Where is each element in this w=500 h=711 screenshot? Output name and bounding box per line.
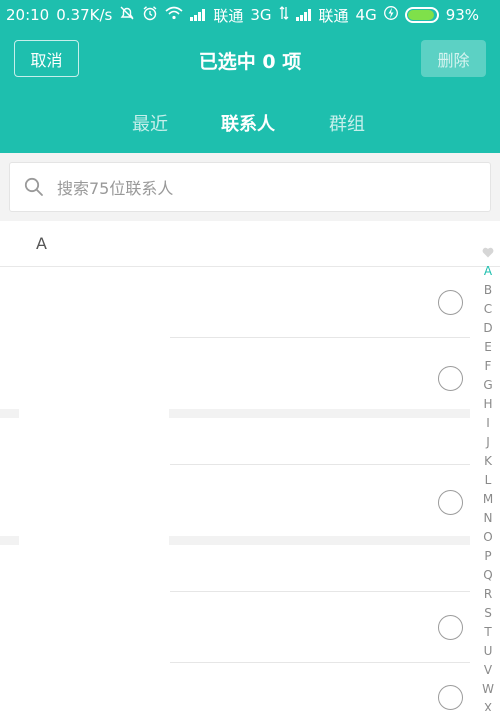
select-radio[interactable] xyxy=(438,615,463,640)
contact-row[interactable] xyxy=(0,418,470,465)
contact-row[interactable] xyxy=(0,545,470,592)
select-radio[interactable] xyxy=(438,685,463,710)
charging-icon xyxy=(383,5,398,25)
index-letters: ABCDEFGHIJKLMNOPQRSTUVWX xyxy=(476,262,500,711)
wifi-icon xyxy=(165,6,183,24)
contact-row[interactable] xyxy=(0,338,470,409)
select-radio[interactable] xyxy=(438,290,463,315)
network-type-1: 3G xyxy=(250,6,272,24)
signal-icon xyxy=(190,9,206,21)
search-icon xyxy=(24,177,44,197)
section-header: A xyxy=(0,221,500,267)
index-letter-w[interactable]: W xyxy=(476,680,500,699)
index-letter-q[interactable]: Q xyxy=(476,566,500,585)
index-letter-e[interactable]: E xyxy=(476,338,500,357)
select-radio[interactable] xyxy=(438,366,463,391)
tab-contacts[interactable]: 联系人 xyxy=(221,110,275,136)
index-letter-p[interactable]: P xyxy=(476,547,500,566)
status-bar: 20:10 0.37K/s 联通 3G 联通 4G 93% xyxy=(0,0,500,30)
index-letter-k[interactable]: K xyxy=(476,452,500,471)
index-letter-o[interactable]: O xyxy=(476,528,500,547)
index-letter-g[interactable]: G xyxy=(476,376,500,395)
index-letter-m[interactable]: M xyxy=(476,490,500,509)
mute-icon xyxy=(119,5,135,25)
index-letter-l[interactable]: L xyxy=(476,471,500,490)
separator-mask xyxy=(19,409,169,418)
list-separator xyxy=(0,536,470,545)
separator-mask xyxy=(19,536,169,545)
app-header: 取消 已选中 0 项 删除 最近 联系人 群组 xyxy=(0,30,500,153)
carrier-name-2: 联通 xyxy=(318,6,349,25)
index-letter-x[interactable]: X xyxy=(476,699,500,711)
index-letter-f[interactable]: F xyxy=(476,357,500,376)
battery-icon xyxy=(404,7,439,23)
index-letter-j[interactable]: J xyxy=(476,433,500,452)
index-letter-d[interactable]: D xyxy=(476,319,500,338)
select-radio[interactable] xyxy=(438,490,463,515)
data-transfer-icon xyxy=(279,6,289,24)
contact-row[interactable] xyxy=(0,592,470,663)
status-net-speed: 0.37K/s xyxy=(56,6,113,24)
contact-list xyxy=(0,267,470,711)
section-letter: A xyxy=(36,234,47,253)
contact-row[interactable] xyxy=(0,663,470,711)
index-letter-v[interactable]: V xyxy=(476,661,500,680)
tab-recent[interactable]: 最近 xyxy=(132,110,168,136)
tab-groups[interactable]: 群组 xyxy=(329,110,365,136)
index-letter-t[interactable]: T xyxy=(476,623,500,642)
tab-bar: 最近 联系人 群组 xyxy=(0,110,500,136)
index-letter-a[interactable]: A xyxy=(476,262,500,281)
index-letter-i[interactable]: I xyxy=(476,414,500,433)
index-letter-s[interactable]: S xyxy=(476,604,500,623)
alphabet-index[interactable]: ABCDEFGHIJKLMNOPQRSTUVWX xyxy=(476,243,500,711)
index-letter-r[interactable]: R xyxy=(476,585,500,604)
search-input[interactable]: 搜索75位联系人 xyxy=(9,162,491,212)
battery-level xyxy=(407,10,434,20)
network-type-2: 4G xyxy=(355,6,377,24)
contact-row[interactable] xyxy=(0,465,470,536)
list-separator xyxy=(0,409,470,418)
alarm-icon xyxy=(142,5,158,25)
index-letter-c[interactable]: C xyxy=(476,300,500,319)
search-placeholder: 搜索75位联系人 xyxy=(57,179,174,198)
carrier-name-1: 联通 xyxy=(213,6,244,25)
signal-icon-2 xyxy=(295,9,312,21)
heart-icon[interactable] xyxy=(476,243,500,262)
contact-row[interactable] xyxy=(0,267,470,338)
battery-percent: 93% xyxy=(445,6,480,24)
search-area: 搜索75位联系人 xyxy=(0,153,500,221)
delete-button[interactable]: 删除 xyxy=(421,40,486,77)
index-letter-b[interactable]: B xyxy=(476,281,500,300)
index-letter-h[interactable]: H xyxy=(476,395,500,414)
status-time: 20:10 xyxy=(6,6,50,24)
index-letter-n[interactable]: N xyxy=(476,509,500,528)
index-letter-u[interactable]: U xyxy=(476,642,500,661)
